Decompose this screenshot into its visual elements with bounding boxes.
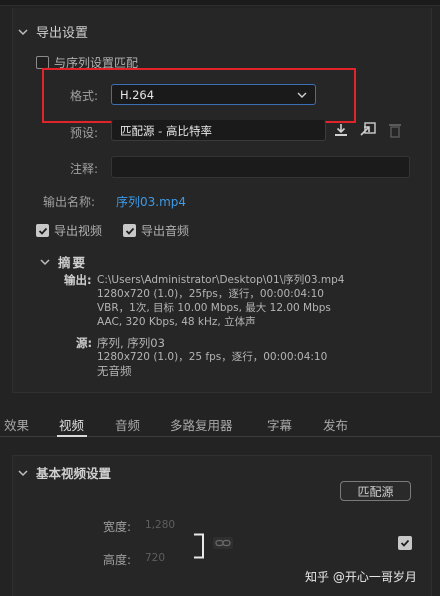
summary-title: 摘要 xyxy=(58,255,88,270)
import-preset-icon[interactable] xyxy=(359,122,377,138)
summary-output-line: 1280x720 (1.0)，25fps，逐行，00:00:04:10 xyxy=(97,288,324,300)
top-divider xyxy=(0,0,440,6)
summary-header[interactable]: 摘要 xyxy=(40,252,87,271)
checkmark-icon xyxy=(400,539,410,547)
tab-publish[interactable]: 发布 xyxy=(323,415,348,434)
save-preset-icon[interactable] xyxy=(333,122,349,138)
delete-preset-icon[interactable] xyxy=(388,122,402,138)
match-source-button[interactable]: 匹配源 xyxy=(340,481,411,501)
basic-video-checkbox[interactable] xyxy=(398,536,412,550)
watermark: 知乎 @开心一哥岁月 xyxy=(305,570,417,584)
summary-output-line: AAC, 320 Kbps, 48 kHz, 立体声 xyxy=(97,316,256,328)
basic-video-settings-title: 基本视频设置 xyxy=(36,466,112,481)
basic-video-settings-header[interactable]: 基本视频设置 xyxy=(18,463,111,482)
export-video-label: 导出视频 xyxy=(54,224,103,238)
summary-source-key: 源: xyxy=(76,336,93,350)
format-dropdown[interactable]: H.264 xyxy=(111,84,316,105)
export-audio-label: 导出音频 xyxy=(141,224,190,238)
tab-audio[interactable]: 音频 xyxy=(115,415,140,434)
aspect-bracket-icon xyxy=(194,533,204,559)
summary-output-key: 输出: xyxy=(64,273,92,287)
summary-output-details: C:\Users\Administrator\Desktop\01\序列03.m… xyxy=(97,273,344,329)
tab-captions[interactable]: 字幕 xyxy=(267,415,292,434)
preset-label: 预设: xyxy=(70,126,99,140)
chevron-down-icon xyxy=(18,469,28,476)
export-video-checkbox[interactable] xyxy=(36,224,49,237)
preset-dropdown[interactable]: 匹配源 - 高比特率 xyxy=(111,120,326,141)
width-value[interactable]: 1,280 xyxy=(145,519,175,531)
tab-effects[interactable]: 效果 xyxy=(4,415,29,434)
summary-output-line: C:\Users\Administrator\Desktop\01\序列03.m… xyxy=(97,274,345,286)
tab-video[interactable]: 视频 xyxy=(59,415,84,434)
comments-label: 注释: xyxy=(70,162,99,176)
checkmark-icon xyxy=(125,227,134,235)
summary-output-line: VBR，1次, 目标 10.00 Mbps, 最大 12.00 Mbps xyxy=(97,302,331,314)
format-value: H.264 xyxy=(120,87,155,102)
output-name-label: 输出名称: xyxy=(43,195,96,209)
summary-source-line: 序列, 序列03 xyxy=(97,336,165,350)
width-label: 宽度: xyxy=(103,520,132,534)
tab-multiplexer[interactable]: 多路复用器 xyxy=(170,415,233,434)
format-label: 格式: xyxy=(70,89,99,103)
height-label: 高度: xyxy=(103,553,132,567)
export-settings-title: 导出设置 xyxy=(36,26,89,41)
height-value[interactable]: 720 xyxy=(145,552,165,564)
summary-source-line: 1280x720 (1.0)，25 fps，逐行，00:00:04:10 xyxy=(97,351,328,363)
chevron-down-icon xyxy=(297,92,307,98)
settings-tab-bar: 效果 视频 音频 多路复用器 字幕 发布 xyxy=(0,407,440,437)
summary-source-line: 无音频 xyxy=(97,364,132,378)
chevron-down-icon xyxy=(40,258,50,265)
export-settings-header[interactable]: 导出设置 xyxy=(18,22,88,41)
chevron-down-icon xyxy=(18,28,28,35)
export-audio-checkbox[interactable] xyxy=(123,224,136,237)
active-tab-indicator xyxy=(57,435,87,437)
checkmark-icon xyxy=(38,227,47,235)
preset-value: 匹配源 - 高比特率 xyxy=(120,123,212,138)
summary-source-details: 序列, 序列03 1280x720 (1.0)，25 fps，逐行，00:00:… xyxy=(97,336,327,378)
link-icon[interactable] xyxy=(212,536,234,550)
export-audio-option[interactable]: 导出音频 xyxy=(123,222,189,239)
export-video-option[interactable]: 导出视频 xyxy=(36,222,102,239)
comments-field[interactable] xyxy=(111,156,410,178)
output-name-link[interactable]: 序列03.mp4 xyxy=(116,193,186,210)
